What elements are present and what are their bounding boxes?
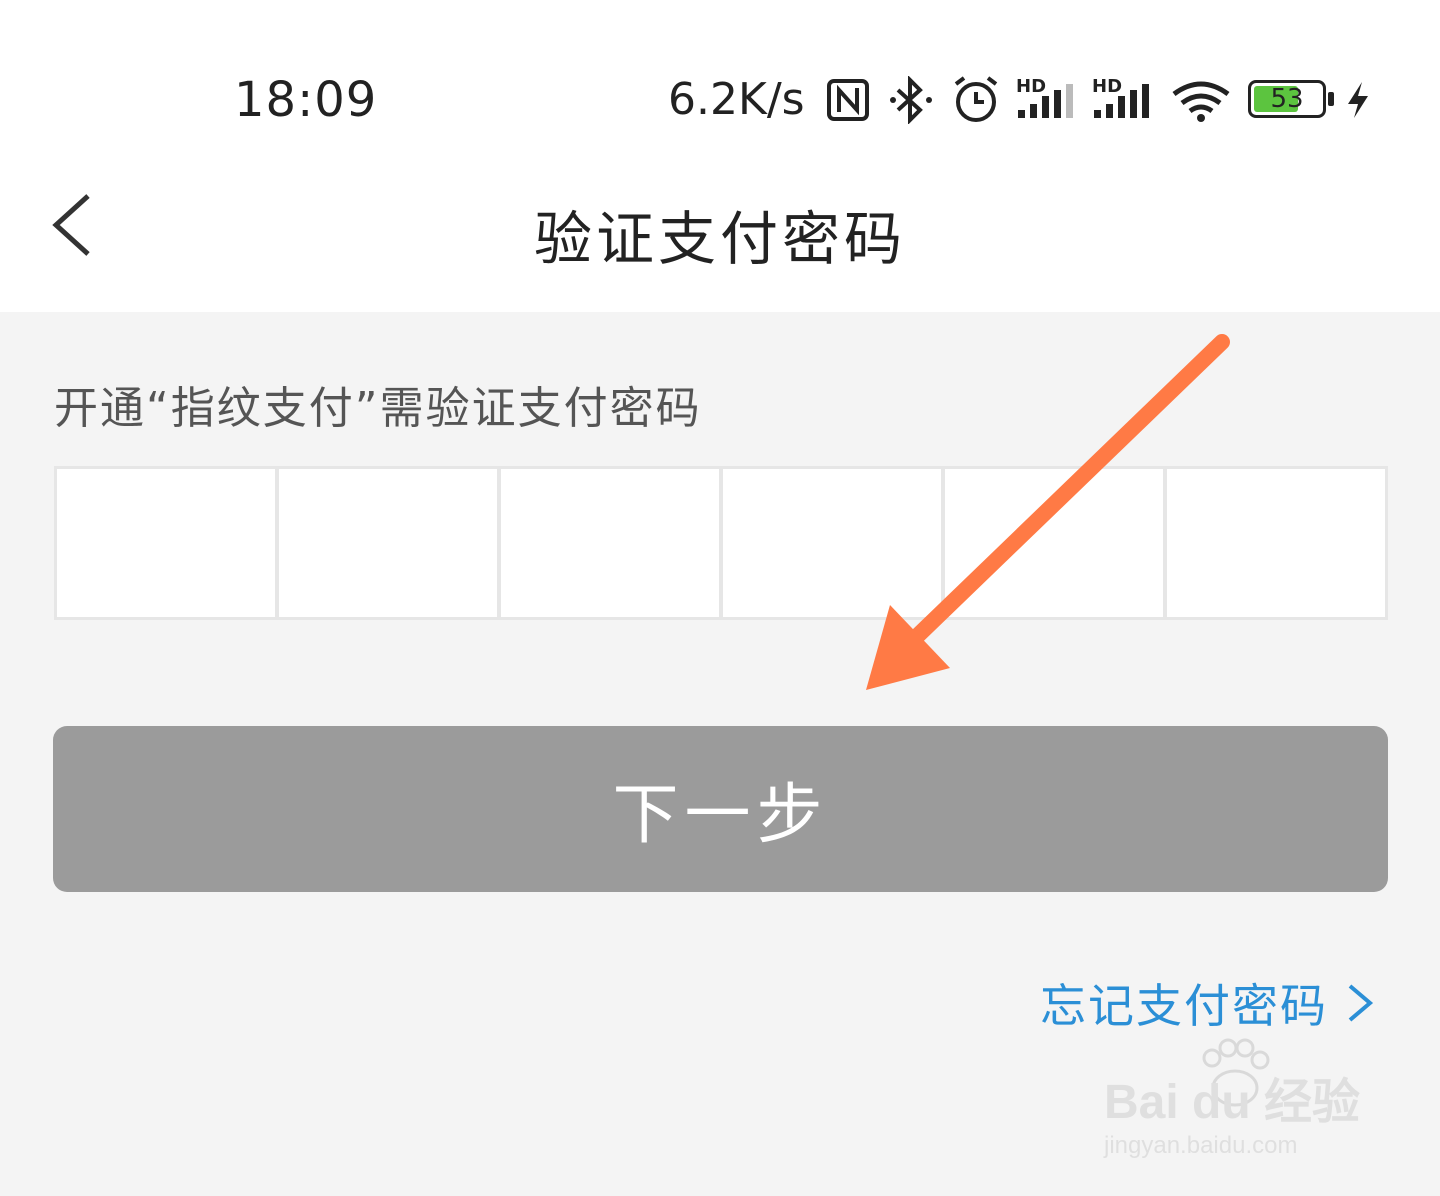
password-input[interactable] <box>54 466 1388 620</box>
page-title: 验证支付密码 <box>533 205 906 273</box>
password-cell[interactable] <box>279 469 497 617</box>
network-speed: 6.2K/s <box>668 74 805 125</box>
forgot-password-link[interactable]: 忘记支付密码 <box>1040 970 1380 1036</box>
forgot-password-label: 忘记支付密码 <box>1040 979 1328 1033</box>
battery-icon: 53 <box>1248 80 1326 118</box>
battery-tip <box>1328 92 1334 106</box>
watermark-brand: Bai du 经验 <box>1104 1076 1361 1129</box>
password-cell[interactable] <box>501 469 719 617</box>
password-cell[interactable] <box>1167 469 1385 617</box>
nfc-icon <box>827 79 869 121</box>
signal-icon <box>1094 84 1149 118</box>
charging-icon <box>1348 82 1368 118</box>
next-button-label: 下一步 <box>612 776 829 853</box>
watermark-url: jingyan.baidu.com <box>1104 1132 1298 1159</box>
bluetooth-icon <box>890 76 932 124</box>
password-cell[interactable] <box>57 469 275 617</box>
password-cell[interactable] <box>945 469 1163 617</box>
alarm-icon <box>954 76 998 122</box>
password-cell[interactable] <box>723 469 941 617</box>
wifi-icon <box>1172 81 1230 122</box>
signal-icon <box>1018 84 1073 118</box>
watermark: Bai du 经验 jingyan.baidu.com <box>1100 1038 1370 1170</box>
chevron-right-icon <box>1348 984 1374 1022</box>
status-time: 18:09 <box>234 72 378 128</box>
next-button[interactable]: 下一步 <box>53 726 1388 892</box>
battery-level: 53 <box>1270 84 1304 114</box>
verification-hint: 开通“指纹支付”需验证支付密码 <box>54 383 702 434</box>
